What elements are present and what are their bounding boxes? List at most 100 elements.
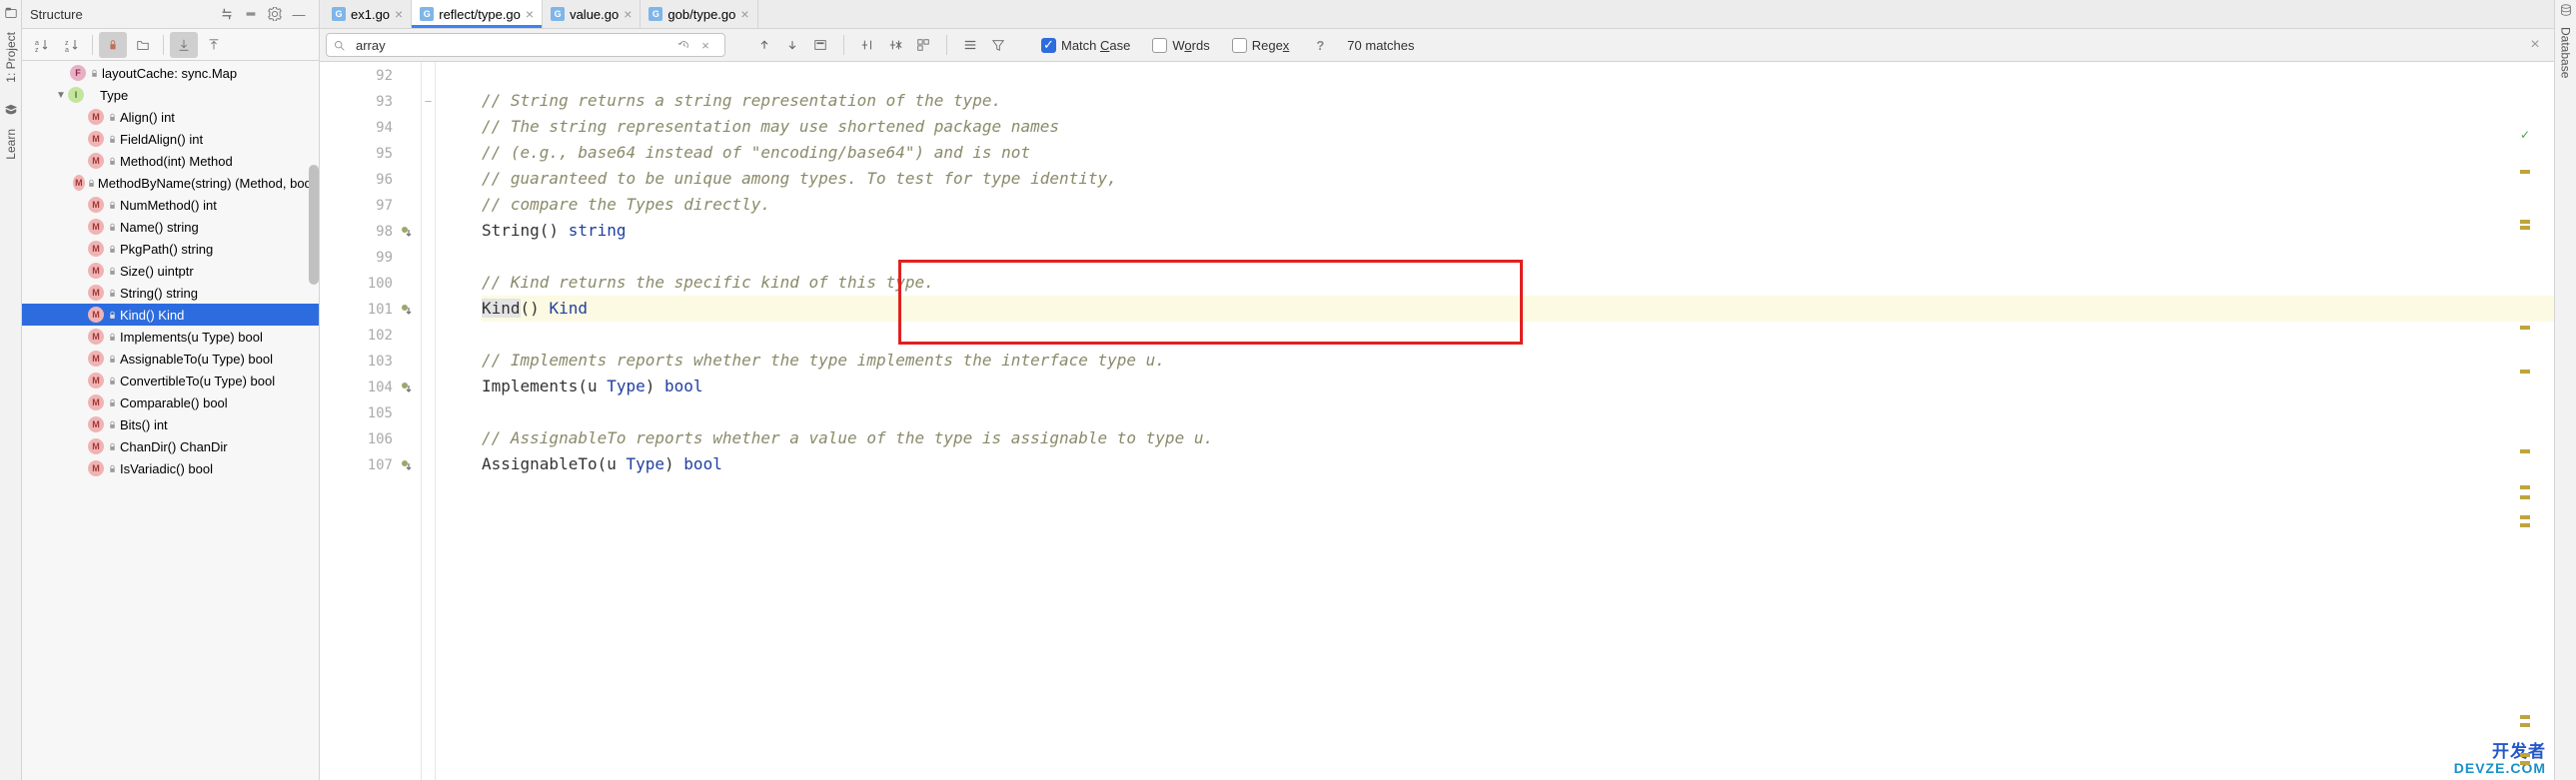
tree-item[interactable]: M Bits() int	[22, 413, 319, 435]
lock-icon	[106, 113, 118, 122]
next-match-button[interactable]	[779, 33, 805, 57]
fold-toggle[interactable]	[422, 62, 435, 88]
editor-tab[interactable]: G reflect/type.go ×	[412, 0, 543, 28]
close-tab-button[interactable]: ×	[740, 6, 748, 22]
regex-checkbox[interactable]: Regex	[1232, 38, 1290, 53]
tree-item[interactable]: M Align() int	[22, 106, 319, 128]
autoscroll-from-source-button[interactable]	[200, 32, 228, 58]
code-line	[482, 399, 2554, 425]
find-input[interactable]	[350, 38, 674, 53]
tree-item[interactable]: M String() string	[22, 282, 319, 304]
fold-toggle[interactable]	[422, 399, 435, 425]
left-tab-learn[interactable]: Learn	[3, 125, 19, 164]
implements-marker-icon[interactable]	[399, 302, 415, 318]
collapse-all-button[interactable]	[239, 3, 263, 25]
fold-toggle[interactable]	[422, 425, 435, 451]
code-line	[482, 322, 2554, 348]
tree-item[interactable]: M MethodByName(string) (Method, bool)	[22, 172, 319, 194]
close-tab-button[interactable]: ×	[395, 6, 403, 22]
tree-item-label: ChanDir() ChanDir	[120, 439, 228, 454]
editor-tab[interactable]: G value.go ×	[543, 0, 641, 28]
clear-search-button[interactable]: ×	[692, 33, 718, 57]
node-kind-icon: M	[88, 263, 104, 279]
learn-icon[interactable]	[4, 103, 18, 117]
line-number: 103	[320, 349, 421, 375]
select-all-button[interactable]	[807, 33, 833, 57]
fold-toggle[interactable]	[422, 166, 435, 192]
sort-alpha-up-button[interactable]: za	[58, 32, 86, 58]
help-button[interactable]: ?	[1307, 33, 1333, 57]
autoscroll-to-source-button[interactable]	[170, 32, 198, 58]
database-icon[interactable]	[2559, 3, 2573, 17]
folder-button[interactable]	[129, 32, 157, 58]
tree-item[interactable]: M FieldAlign() int	[22, 128, 319, 150]
fold-toggle[interactable]	[422, 192, 435, 218]
tree-item[interactable]: M Name() string	[22, 216, 319, 238]
implements-marker-icon[interactable]	[399, 457, 415, 473]
tree-item-label: AssignableTo(u Type) bool	[120, 352, 273, 367]
close-find-bar-button[interactable]: ×	[2522, 33, 2548, 57]
node-kind-icon: M	[88, 285, 104, 301]
tree-item[interactable]: M AssignableTo(u Type) bool	[22, 348, 319, 370]
words-checkbox[interactable]: Words	[1152, 38, 1209, 53]
right-tab-database[interactable]: Database	[2558, 23, 2574, 82]
fold-toggle[interactable]	[422, 348, 435, 374]
remove-selection-button[interactable]	[882, 33, 908, 57]
fold-toggle[interactable]	[422, 451, 435, 477]
structure-tree[interactable]: F layoutCache: sync.Map ▼ I Type M Align…	[22, 61, 319, 780]
fold-toggle[interactable]: −	[422, 88, 435, 114]
code-line: Kind() Kind	[482, 296, 2554, 322]
fold-toggle[interactable]	[422, 244, 435, 270]
scrollbar-thumb[interactable]	[309, 165, 319, 285]
fold-toggle[interactable]	[422, 218, 435, 244]
sort-alpha-down-button[interactable]: az	[28, 32, 56, 58]
select-all-occurrences-button[interactable]	[910, 33, 936, 57]
tree-item-label: Bits() int	[120, 417, 168, 432]
line-number: 102	[320, 323, 421, 349]
fold-toggle[interactable]	[422, 114, 435, 140]
code-area[interactable]: // String returns a string representatio…	[436, 62, 2554, 780]
tree-item[interactable]: M Kind() Kind	[22, 304, 319, 326]
match-case-checkbox[interactable]: ✓ Match Case	[1041, 38, 1130, 53]
fold-toggle[interactable]	[422, 270, 435, 296]
expand-all-button[interactable]	[215, 3, 239, 25]
add-selection-button[interactable]	[854, 33, 880, 57]
svg-text:a: a	[35, 40, 39, 47]
fold-toggle[interactable]	[422, 296, 435, 322]
line-number: 97	[320, 193, 421, 219]
tree-item[interactable]: M Implements(u Type) bool	[22, 326, 319, 348]
tree-item[interactable]: M Comparable() bool	[22, 391, 319, 413]
code-line: AssignableTo(u Type) bool	[482, 451, 2554, 477]
history-button[interactable]	[674, 33, 692, 57]
implements-marker-icon[interactable]	[399, 224, 415, 240]
show-private-button[interactable]	[99, 32, 127, 58]
checkbox-checked-icon: ✓	[1041, 38, 1056, 53]
overview-ruler[interactable]: ✓	[2516, 126, 2530, 780]
tree-item[interactable]: M IsVariadic() bool	[22, 457, 319, 479]
tree-item[interactable]: ▼ I Type	[22, 84, 319, 106]
tree-item[interactable]: M PkgPath() string	[22, 238, 319, 260]
node-kind-icon: M	[88, 329, 104, 345]
editor-tab[interactable]: G ex1.go ×	[324, 0, 412, 28]
tree-item[interactable]: M NumMethod() int	[22, 194, 319, 216]
project-icon[interactable]	[4, 6, 18, 20]
settings-button[interactable]	[263, 3, 287, 25]
left-tab-project[interactable]: 1: Project	[3, 28, 19, 87]
editor-tab[interactable]: G gob/type.go ×	[641, 0, 757, 28]
filter-button[interactable]	[985, 33, 1011, 57]
tree-item[interactable]: F layoutCache: sync.Map	[22, 62, 319, 84]
implements-marker-icon[interactable]	[399, 380, 415, 395]
tree-item[interactable]: M Size() uintptr	[22, 260, 319, 282]
fold-toggle[interactable]	[422, 374, 435, 399]
tree-item-label: PkgPath() string	[120, 242, 213, 257]
tree-item[interactable]: M Method(int) Method	[22, 150, 319, 172]
hide-button[interactable]: —	[287, 3, 311, 25]
tree-item[interactable]: M ConvertibleTo(u Type) bool	[22, 370, 319, 391]
fold-toggle[interactable]	[422, 322, 435, 348]
more-options-button[interactable]	[957, 33, 983, 57]
close-tab-button[interactable]: ×	[624, 6, 632, 22]
tree-item[interactable]: M ChanDir() ChanDir	[22, 435, 319, 457]
prev-match-button[interactable]	[751, 33, 777, 57]
fold-toggle[interactable]	[422, 140, 435, 166]
close-tab-button[interactable]: ×	[526, 6, 534, 22]
